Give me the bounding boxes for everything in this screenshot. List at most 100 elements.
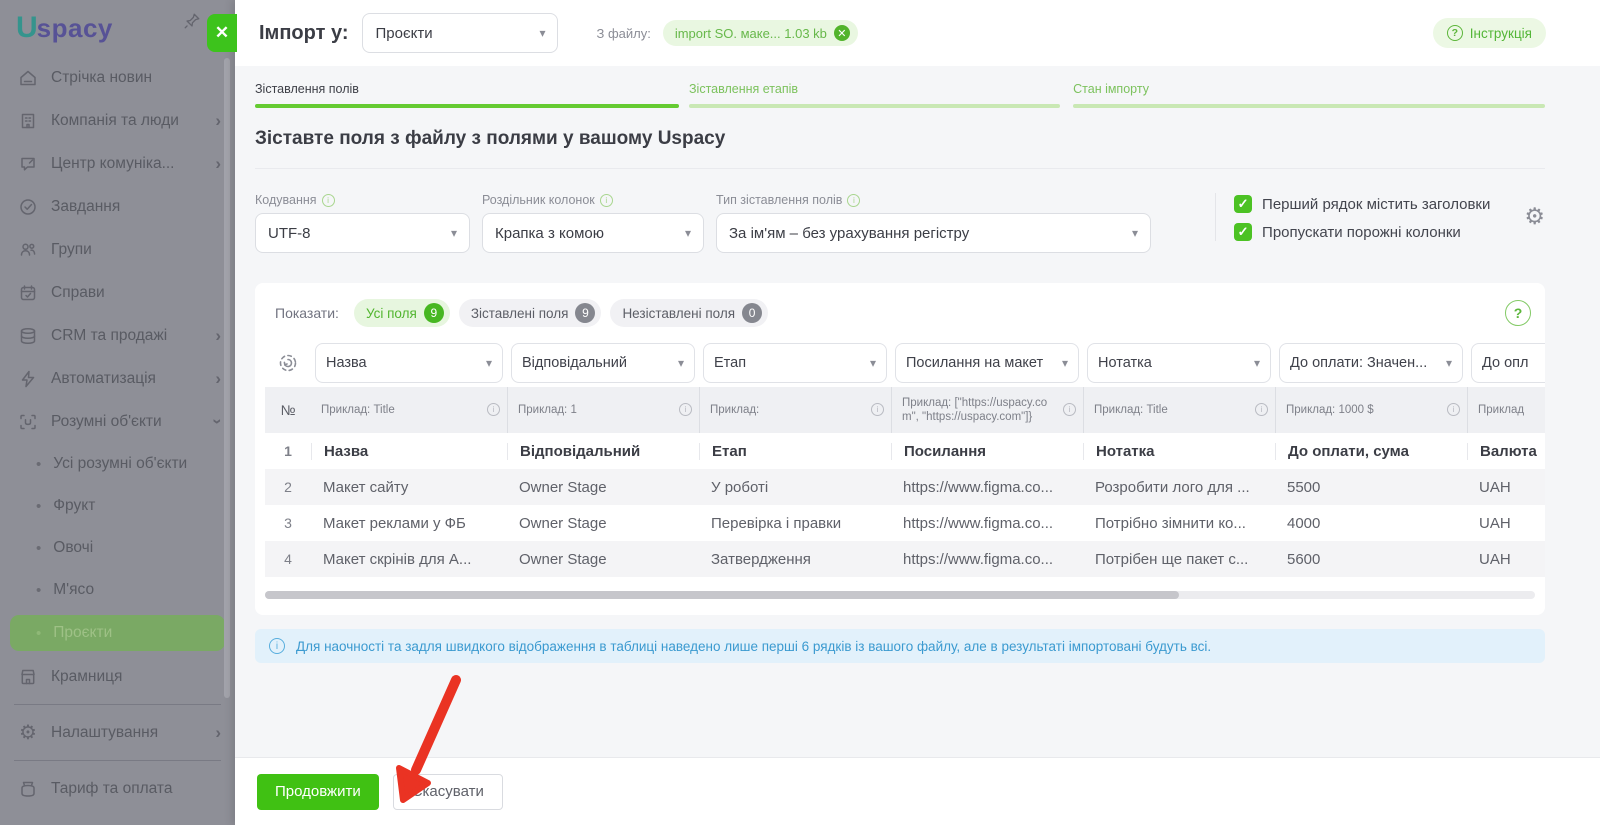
info-banner: i Для наочності та задля швидкого відобр… bbox=[255, 629, 1545, 663]
sidebar-item-groups[interactable]: Групи bbox=[0, 228, 235, 271]
chevron-right-icon: › bbox=[215, 154, 221, 173]
chevron-right-icon: › bbox=[215, 111, 221, 130]
filter-all-fields[interactable]: Усі поля 9 bbox=[353, 299, 450, 327]
info-icon[interactable]: i bbox=[1447, 403, 1460, 416]
bullet-icon: • bbox=[36, 455, 42, 473]
field-select-note[interactable]: Нотатка ▾ bbox=[1087, 343, 1271, 383]
continue-button[interactable]: Продовжити bbox=[257, 773, 379, 810]
company-icon bbox=[21, 113, 35, 128]
info-icon[interactable]: i bbox=[679, 403, 692, 416]
step-import-status[interactable]: Стан імпорту bbox=[1073, 82, 1545, 108]
sidebar-item-shop[interactable]: Крамниця bbox=[0, 655, 235, 698]
chevron-down-icon: ▾ bbox=[450, 226, 457, 240]
close-button[interactable]: ✕ bbox=[207, 14, 237, 52]
sidebar-item-automation[interactable]: Автоматизація › bbox=[0, 357, 235, 400]
sidebar-subitem-projects-active[interactable]: • Проєкти bbox=[10, 615, 225, 651]
encoding-group: Кодування i UTF-8 ▾ bbox=[255, 193, 470, 253]
chevron-down-icon: ▾ bbox=[1253, 356, 1260, 370]
sidebar-subitem-meat[interactable]: • М'ясо bbox=[0, 569, 235, 611]
table-row: 3 Макет реклами у ФБ Owner Stage Перевір… bbox=[284, 514, 1511, 532]
bullet-icon: • bbox=[36, 539, 42, 557]
gear-icon: ⚙ bbox=[19, 721, 37, 744]
sidebar-subitem-fruit[interactable]: • Фрукт bbox=[0, 485, 235, 527]
sidebar-item-tariff[interactable]: Тариф та оплата bbox=[0, 767, 235, 810]
sidebar-subitem-all-smart-objects[interactable]: • Усі розумні об'єкти bbox=[0, 443, 235, 485]
bullet-icon: • bbox=[36, 497, 42, 515]
divider bbox=[14, 704, 221, 705]
filter-mapped-fields[interactable]: Зіставлені поля 9 bbox=[458, 299, 602, 327]
scrollbar-thumb[interactable] bbox=[265, 591, 1180, 599]
sidebar-item-settings[interactable]: ⚙ Налаштування › bbox=[0, 711, 235, 754]
help-icon[interactable]: ? bbox=[1505, 300, 1531, 326]
sidebar-item-cases[interactable]: Справи bbox=[0, 271, 235, 314]
sidebar-item-smart-objects[interactable]: Розумні об'єкти › bbox=[0, 400, 235, 443]
instruction-button[interactable]: ? Інструкція bbox=[1432, 18, 1546, 48]
step-field-mapping[interactable]: Зіставлення полів bbox=[255, 82, 679, 108]
checkbox-checked-icon: ✓ bbox=[1234, 195, 1253, 213]
delimiter-group: Роздільник колонок i Крапка з комою ▾ bbox=[482, 193, 704, 253]
count-badge: 9 bbox=[575, 303, 596, 323]
chevron-down-icon: ▾ bbox=[677, 356, 684, 370]
modal-header: Імпорт у: Проєкти ▾ З файлу: import SO. … bbox=[235, 0, 1600, 66]
people-icon bbox=[20, 243, 36, 256]
pin-icon[interactable] bbox=[183, 12, 201, 35]
cancel-button[interactable]: Скасувати bbox=[392, 773, 503, 810]
info-icon[interactable]: i bbox=[487, 403, 500, 416]
field-select-responsible[interactable]: Відповідальний ▾ bbox=[511, 343, 695, 383]
bullet-icon: • bbox=[36, 581, 42, 599]
step-stage-mapping[interactable]: Зіставлення етапів bbox=[689, 82, 1061, 108]
import-settings: Кодування i UTF-8 ▾ Роздільник колонок i К… bbox=[255, 193, 1545, 253]
question-icon: ? bbox=[1446, 25, 1463, 41]
wallet-icon bbox=[21, 781, 35, 797]
info-icon: i bbox=[269, 638, 285, 654]
checkbox-checked-icon: ✓ bbox=[1234, 223, 1253, 241]
mapping-table: Назва ▾ Відповідальний ▾ Етап ▾ Посилання н… bbox=[255, 339, 1545, 577]
skip-empty-columns-checkbox[interactable]: ✓ Пропускати порожні колонки bbox=[1234, 223, 1490, 241]
chevron-down-icon: ▾ bbox=[869, 356, 876, 370]
logo-u: U bbox=[16, 11, 38, 44]
field-select-payment-currency[interactable]: До опл▾ bbox=[1471, 343, 1545, 383]
field-select-stage[interactable]: Етап ▾ bbox=[703, 343, 887, 383]
field-select-payment-value[interactable]: До оплати: Значен... ▾ bbox=[1279, 343, 1463, 383]
chevron-down-icon: ▾ bbox=[539, 26, 546, 40]
filter-chips-row: Показати: Усі поля 9 Зіставлені поля 9 Н… bbox=[255, 295, 1545, 339]
field-select-name[interactable]: Назва ▾ bbox=[315, 343, 503, 383]
field-select-link[interactable]: Посилання на макет ▾ bbox=[895, 343, 1079, 383]
sidebar-item-communication[interactable]: Центр комуніка... › bbox=[0, 142, 235, 185]
sidebar-item-company[interactable]: Компанія та люди › bbox=[0, 99, 235, 142]
info-icon[interactable]: i bbox=[1255, 403, 1268, 416]
sidebar-item-newsfeed[interactable]: Стрічка новин bbox=[0, 56, 235, 99]
delimiter-select[interactable]: Крапка з комою ▾ bbox=[482, 213, 704, 253]
filter-unmapped-fields[interactable]: Незіставлені поля 0 bbox=[610, 299, 769, 327]
match-type-select[interactable]: За ім'ям – без урахування регістру ▾ bbox=[716, 213, 1151, 253]
bullet-icon: • bbox=[36, 624, 42, 642]
first-row-headers-checkbox[interactable]: ✓ Перший рядок містить заголовки bbox=[1234, 195, 1490, 213]
table-settings-gear-icon[interactable]: ⚙ bbox=[1524, 205, 1545, 228]
sidebar-item-crm[interactable]: CRM та продажі › bbox=[0, 314, 235, 357]
count-badge: 0 bbox=[742, 303, 763, 323]
sidebar-scrollbar[interactable] bbox=[224, 58, 230, 698]
info-icon[interactable]: i bbox=[871, 403, 884, 416]
chevron-down-icon: ▾ bbox=[1445, 356, 1452, 370]
chevron-right-icon: › bbox=[215, 326, 221, 345]
import-target-select[interactable]: Проєкти ▾ bbox=[362, 13, 559, 53]
remove-file-icon[interactable]: ✕ bbox=[833, 25, 850, 41]
info-icon[interactable]: i bbox=[1063, 403, 1076, 416]
close-icon: ✕ bbox=[214, 23, 230, 42]
info-icon: i bbox=[847, 193, 861, 207]
sidebar-subitem-vegetables[interactable]: • Овочі bbox=[0, 527, 235, 569]
info-icon: i bbox=[599, 193, 613, 207]
step-progress-bar bbox=[1073, 104, 1545, 108]
auto-match-icon[interactable] bbox=[265, 352, 311, 374]
encoding-select[interactable]: UTF-8 ▾ bbox=[255, 213, 470, 253]
info-icon: i bbox=[321, 193, 335, 207]
home-icon bbox=[20, 70, 36, 85]
sidebar: Uspacy Стрічка новин Компанія та люди › … bbox=[0, 0, 235, 825]
sidebar-item-tasks[interactable]: Завдання bbox=[0, 185, 235, 228]
file-label: З файлу: bbox=[596, 25, 651, 41]
shop-icon bbox=[21, 669, 35, 684]
horizontal-scrollbar[interactable] bbox=[265, 591, 1535, 599]
wizard-steps: Зіставлення полів Зіставлення етапів Ста… bbox=[255, 82, 1545, 108]
import-options: ✓ Перший рядок містить заголовки ✓ Пропу… bbox=[1215, 193, 1490, 241]
chevron-down-icon: ▾ bbox=[684, 226, 691, 240]
